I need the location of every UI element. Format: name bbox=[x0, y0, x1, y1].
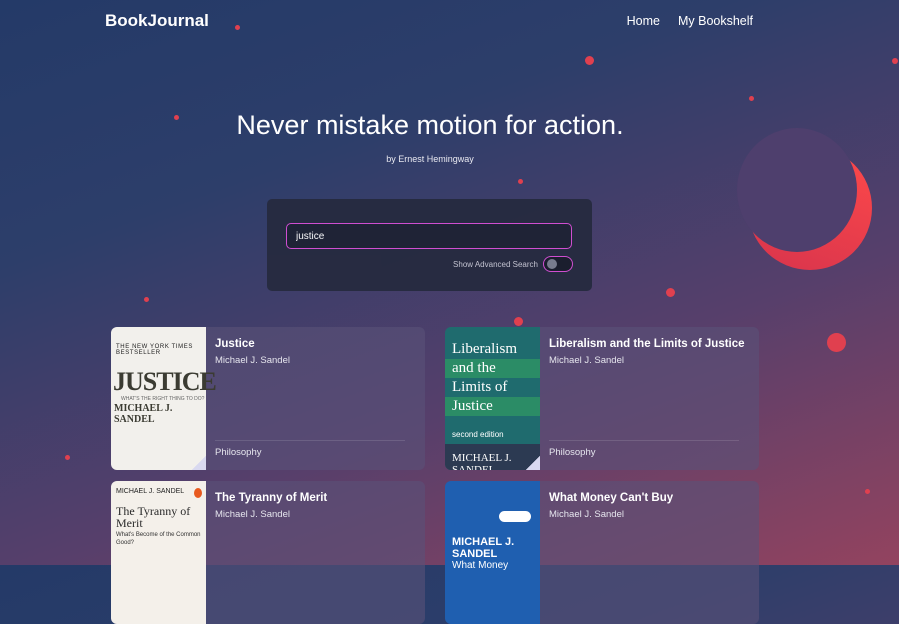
bg-dot bbox=[585, 56, 594, 65]
bg-dot bbox=[865, 489, 870, 494]
book-card-justice[interactable]: THE NEW YORK TIMES BESTSELLER JUSTICE WH… bbox=[111, 327, 425, 470]
bg-dot bbox=[65, 455, 70, 460]
book-author: Michael J. Sandel bbox=[549, 355, 624, 366]
bg-dot bbox=[827, 333, 846, 352]
search-input[interactable] bbox=[286, 223, 572, 249]
nav-link-home[interactable]: Home bbox=[627, 14, 660, 28]
toggle-knob bbox=[547, 259, 557, 269]
book-title: Liberalism and the Limits of Justice bbox=[549, 338, 745, 350]
divider bbox=[215, 440, 405, 441]
book-author: Michael J. Sandel bbox=[215, 509, 290, 520]
nav-links: Home My Bookshelf bbox=[627, 14, 753, 28]
divider bbox=[549, 440, 739, 441]
bg-dot bbox=[144, 297, 149, 302]
advanced-search-toggle[interactable] bbox=[543, 256, 573, 272]
book-title: What Money Can't Buy bbox=[549, 492, 674, 504]
bg-dot bbox=[749, 96, 754, 101]
navbar: BookJournal Home My Bookshelf bbox=[0, 0, 899, 44]
bg-dot bbox=[892, 58, 898, 64]
book-category: Philosophy bbox=[215, 447, 262, 458]
hero-quote: Never mistake motion for action. bbox=[236, 110, 624, 140]
nav-link-my-bookshelf[interactable]: My Bookshelf bbox=[678, 14, 753, 28]
advanced-search-label: Show Advanced Search bbox=[453, 260, 538, 269]
brand-logo[interactable]: BookJournal bbox=[105, 11, 209, 31]
cloud-icon bbox=[499, 511, 531, 522]
book-cover: MICHAEL J. SANDEL The Tyranny of Merit W… bbox=[111, 481, 206, 624]
book-cover: MICHAEL J. SANDEL What Money bbox=[445, 481, 540, 624]
bg-dot bbox=[514, 317, 523, 326]
bg-dot bbox=[666, 288, 675, 297]
book-card-what-money-cant-buy[interactable]: MICHAEL J. SANDEL What Money What Money … bbox=[445, 481, 759, 624]
search-panel: Show Advanced Search bbox=[267, 199, 592, 291]
book-title: The Tyranny of Merit bbox=[215, 492, 328, 504]
bg-dot bbox=[518, 179, 523, 184]
penguin-logo-icon bbox=[194, 488, 202, 498]
book-card-tyranny-of-merit[interactable]: MICHAEL J. SANDEL The Tyranny of Merit W… bbox=[111, 481, 425, 624]
book-cover: THE NEW YORK TIMES BESTSELLER JUSTICE WH… bbox=[111, 327, 217, 470]
hero-quote-author: by Ernest Hemingway bbox=[386, 154, 474, 164]
book-cover: Liberalism and the Limits of Justice sec… bbox=[445, 327, 540, 470]
book-author: Michael J. Sandel bbox=[215, 355, 290, 366]
book-title: Justice bbox=[215, 338, 255, 350]
book-card-liberalism[interactable]: Liberalism and the Limits of Justice sec… bbox=[445, 327, 759, 470]
book-category: Philosophy bbox=[549, 447, 596, 458]
book-author: Michael J. Sandel bbox=[549, 509, 624, 520]
